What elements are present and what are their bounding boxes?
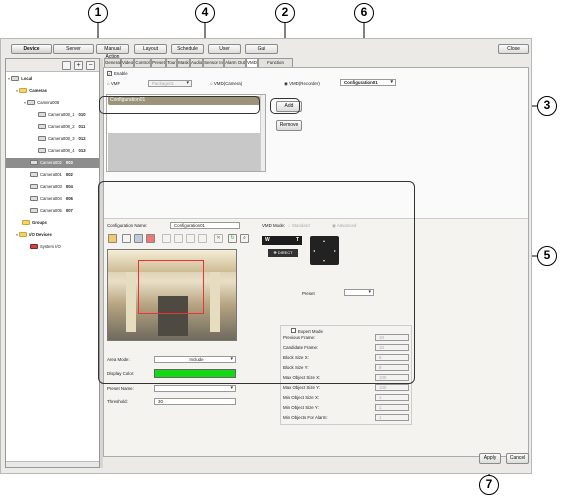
vmd-recorder-radio[interactable]: ◉ VMD(Recorder): [284, 81, 320, 87]
camera-icon: [30, 196, 38, 202]
min-object-size-x-label: Min Object Size X:: [283, 395, 320, 400]
cancel-button[interactable]: Cancel: [506, 453, 529, 464]
tab-preset[interactable]: Preset: [151, 58, 166, 67]
tree-item-camera008[interactable]: ▿ Camera008: [6, 98, 99, 108]
gui-button[interactable]: Gui: [245, 44, 278, 54]
vmf-radio[interactable]: ○ VMF: [107, 81, 120, 86]
remove-button[interactable]: Remove: [276, 120, 302, 131]
tree-item-camera008-3[interactable]: Camera008_3 012: [6, 134, 99, 144]
highlight-add-button: [270, 98, 300, 114]
highlight-config-list: [99, 96, 260, 114]
manual-action-button[interactable]: Manual Action: [96, 44, 129, 60]
folder-icon: [22, 220, 30, 226]
tab-mask[interactable]: Mask: [177, 58, 190, 67]
min-object-size-x-stepper: 1: [375, 394, 409, 401]
min-object-size-y-stepper: 1: [375, 404, 409, 411]
camera-icon: [38, 136, 46, 142]
package-select[interactable]: Package01: [148, 80, 192, 87]
remove-icon[interactable]: −: [86, 61, 95, 70]
computer-icon: [11, 76, 20, 82]
tab-control[interactable]: Control: [134, 58, 151, 67]
camera-icon: [38, 148, 46, 154]
camera-icon: [27, 100, 36, 106]
camera-icon: [30, 172, 38, 178]
add-icon[interactable]: +: [74, 61, 83, 70]
tree-item-camera002[interactable]: Camera002 003: [6, 158, 99, 168]
device-tree-panel: + − ▿ Local ▿ Cameras ▿ Camera008 Camera…: [5, 58, 100, 468]
max-object-size-y-stepper: 100: [375, 384, 409, 391]
tree-view-icon[interactable]: [62, 61, 71, 70]
highlight-config-panel: [98, 181, 415, 384]
max-object-size-y-label: Max Object Size Y:: [283, 385, 321, 390]
tab-function-selection[interactable]: Function Selection: [258, 58, 293, 73]
min-objects-for-alarm-label: Min Objects For Alarm:: [283, 415, 328, 420]
camera-icon: [30, 184, 38, 190]
tree-item-camera004[interactable]: Camera004 006: [6, 194, 99, 204]
enable-checkbox[interactable]: ✓ Enable: [107, 71, 128, 76]
camera-icon: [30, 160, 38, 166]
tree-item-camera001[interactable]: Camera001 002: [6, 170, 99, 180]
list-grey-area: [108, 133, 260, 171]
tab-video[interactable]: Video: [121, 58, 134, 67]
tab-general[interactable]: General: [104, 58, 121, 67]
apply-button[interactable]: Apply: [479, 453, 501, 464]
close-button[interactable]: Close: [498, 44, 529, 54]
camera-icon: [38, 112, 46, 118]
tree-item-system-io[interactable]: System I/O: [6, 242, 99, 252]
folder-icon: [19, 232, 28, 238]
io-icon: [30, 244, 38, 250]
tree-item-camera005[interactable]: Camera005 007: [6, 206, 99, 216]
folder-icon: [19, 88, 28, 94]
tree-item-camera008-1[interactable]: Camera008_1 010: [6, 110, 99, 120]
tab-alarm-out[interactable]: Alarm Out: [224, 58, 246, 67]
tree-item-camera008-2[interactable]: Camera008_2 011: [6, 122, 99, 132]
tree-item-io-devices[interactable]: ▿ I/O Devices: [6, 230, 99, 240]
min-object-size-y-label: Min Object Size Y:: [283, 405, 319, 410]
schedule-button[interactable]: Schedule: [171, 44, 204, 54]
preset-name-select[interactable]: [154, 385, 236, 392]
tree-item-local[interactable]: ▿ Local: [6, 74, 99, 84]
checkbox-icon[interactable]: ✓: [107, 71, 112, 76]
vmd-camera-radio[interactable]: ○ VMD(Camera): [210, 81, 242, 86]
tree-item-camera008-4[interactable]: Camera008_4 013: [6, 146, 99, 156]
threshold-label: Threshold:: [107, 399, 128, 404]
min-objects-for-alarm-stepper: 1: [375, 414, 409, 421]
tab-tour[interactable]: Tour: [166, 58, 177, 67]
camera-icon: [30, 208, 38, 214]
tree-item-groups[interactable]: Groups: [6, 218, 99, 228]
tree-horizontal-scrollbar[interactable]: [6, 461, 99, 467]
user-button[interactable]: User: [208, 44, 241, 54]
tab-audio[interactable]: Audio: [190, 58, 203, 67]
configuration-select[interactable]: Configuration01: [340, 79, 396, 86]
list-scrollbar[interactable]: [260, 95, 265, 171]
tree-item-camera003[interactable]: Camera003 004: [6, 182, 99, 192]
preset-name-label: Preset Name:: [107, 386, 134, 391]
device-button[interactable]: Device: [11, 44, 52, 54]
camera-icon: [38, 124, 46, 130]
tree-toolbar: + −: [6, 59, 99, 72]
threshold-stepper[interactable]: 30: [154, 398, 236, 405]
server-button[interactable]: Server: [53, 44, 94, 54]
tab-sensor-in[interactable]: Sensor In: [203, 58, 224, 67]
tree-item-cameras[interactable]: ▿ Cameras: [6, 86, 99, 96]
layout-button[interactable]: Layout: [134, 44, 167, 54]
